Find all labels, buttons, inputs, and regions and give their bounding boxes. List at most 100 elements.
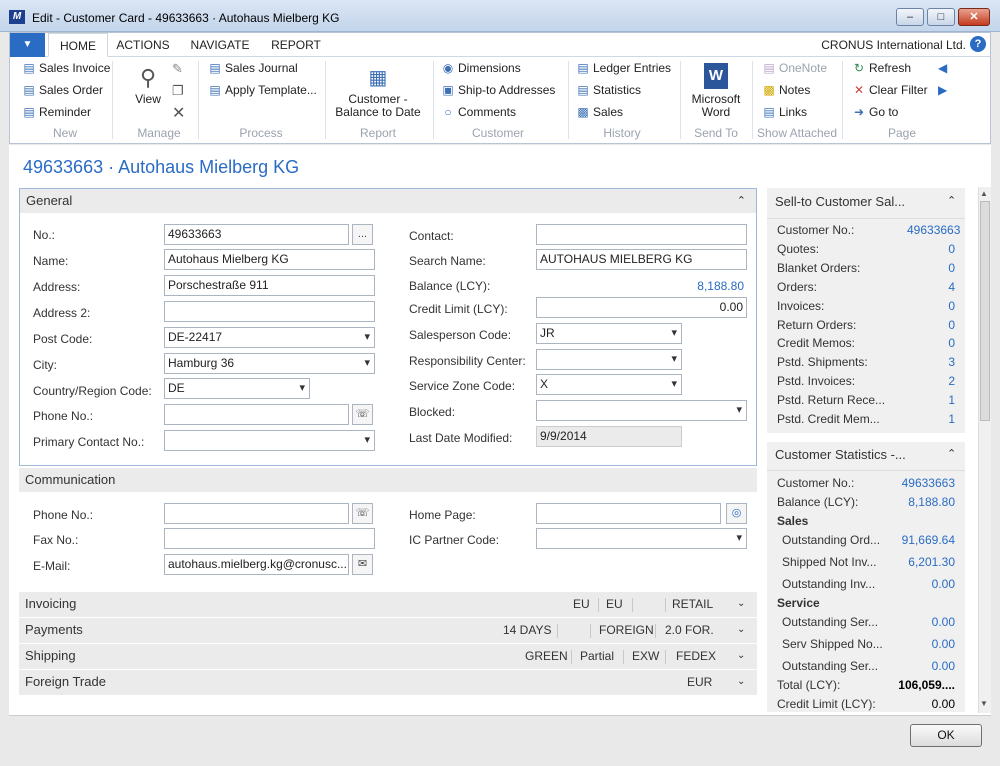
view-button[interactable]: ⚲ View — [128, 63, 168, 106]
stats-sales-row-1-value[interactable]: 91,669.64 — [887, 533, 955, 547]
scroll-up-icon[interactable]: ▲ — [980, 189, 988, 198]
scroll-thumb[interactable] — [980, 201, 990, 421]
minimize-button[interactable]: – — [896, 8, 924, 26]
expand-icon[interactable]: ⌄ — [737, 618, 745, 642]
responsibility-center-dropdown[interactable] — [536, 349, 682, 370]
payments-fasttab[interactable]: Payments 14 DAYS FOREIGN 2.0 FOR. ⌄ — [19, 618, 757, 643]
comm-phone-field[interactable] — [164, 503, 349, 524]
sales-invoice-button[interactable]: ▤ Sales Invoice — [22, 61, 110, 75]
country-dropdown[interactable]: DE — [164, 378, 310, 399]
sales-factbox-row-value[interactable]: 0 — [907, 261, 955, 275]
address-field[interactable]: Porschestraße 911 — [164, 275, 375, 296]
tab-actions[interactable]: ACTIONS — [114, 33, 172, 57]
sales-factbox-row-value[interactable]: 0 — [907, 299, 955, 313]
blocked-dropdown[interactable] — [536, 400, 747, 421]
fax-field[interactable] — [164, 528, 375, 549]
globe-icon[interactable]: ◎ — [726, 503, 747, 524]
stats-sales-row-2-value[interactable]: 6,201.30 — [887, 555, 955, 569]
communication-header[interactable]: Communication — [19, 468, 757, 492]
contact-field[interactable] — [536, 224, 747, 245]
sales-journal-button[interactable]: ▤ Sales Journal — [208, 61, 297, 75]
invoicing-fasttab[interactable]: Invoicing EU EU RETAIL ⌄ — [19, 592, 757, 617]
sales-factbox-row-value[interactable]: 49633663 — [907, 223, 960, 237]
sales-factbox-row-value[interactable]: 1 — [907, 412, 955, 426]
stats-sales-row-3-value[interactable]: 0.00 — [887, 577, 955, 591]
phone-dial-icon[interactable]: ☏ — [352, 404, 373, 425]
vertical-scrollbar[interactable]: ▲ ▼ — [978, 187, 991, 713]
balance-to-date-button[interactable]: ▦ Customer - Balance to Date — [330, 63, 426, 119]
dimensions-button[interactable]: ◉ Dimensions — [441, 61, 521, 75]
salesperson-dropdown[interactable]: JR — [536, 323, 682, 344]
sales-factbox-collapse-icon[interactable]: ⌃ — [947, 194, 956, 207]
ok-button[interactable]: OK — [910, 724, 982, 747]
microsoft-word-button[interactable]: W Microsoft Word — [684, 63, 748, 119]
clear-filter-button[interactable]: ✕ Clear Filter — [852, 83, 928, 97]
expand-icon[interactable]: ⌄ — [737, 592, 745, 616]
tab-report[interactable]: REPORT — [268, 33, 324, 57]
sales-factbox-row-value[interactable]: 1 — [907, 393, 955, 407]
sales-factbox-row-value[interactable]: 3 — [907, 355, 955, 369]
ledger-entries-button[interactable]: ▤ Ledger Entries — [576, 61, 671, 75]
stats-service-row-1-value[interactable]: 0.00 — [887, 615, 955, 629]
notes-button[interactable]: ▩ Notes — [762, 83, 810, 97]
stats-service-row-3-value[interactable]: 0.00 — [887, 659, 955, 673]
home-page-field[interactable] — [536, 503, 721, 524]
maximize-button[interactable]: □ — [927, 8, 955, 26]
primary-contact-dropdown[interactable] — [164, 430, 375, 451]
onenote-button[interactable]: ▤ OneNote — [762, 61, 827, 75]
sales-order-button[interactable]: ▤ Sales Order — [22, 83, 103, 97]
search-name-field[interactable]: AUTOHAUS MIELBERG KG — [536, 249, 747, 270]
collapse-icon[interactable]: ⌃ — [737, 189, 746, 213]
refresh-button[interactable]: ↻ Refresh — [852, 61, 911, 75]
scroll-down-icon[interactable]: ▼ — [980, 699, 988, 708]
reminder-button[interactable]: ▤ Reminder — [22, 105, 91, 119]
sales-factbox-row-value[interactable]: 4 — [907, 280, 955, 294]
sales-factbox-row-value[interactable]: 0 — [907, 336, 955, 350]
journal-icon: ▤ — [209, 61, 221, 75]
no-field[interactable]: 49633663 — [164, 224, 349, 245]
name-field[interactable]: Autohaus Mielberg KG — [164, 249, 375, 270]
help-icon[interactable]: ? — [970, 36, 986, 52]
stats-balance-value[interactable]: 8,188.80 — [887, 495, 955, 509]
email-field[interactable]: autohaus.mielberg.kg@cronusc... — [164, 554, 349, 575]
company-name[interactable]: CRONUS International Ltd. — [821, 38, 966, 52]
statistics-button[interactable]: ▤ Statistics — [576, 83, 641, 97]
previous-record-icon[interactable]: ◀ — [938, 61, 947, 75]
tab-navigate[interactable]: NAVIGATE — [188, 33, 252, 57]
ic-partner-dropdown[interactable] — [536, 528, 747, 549]
general-header[interactable]: General ⌃ — [20, 189, 756, 213]
foreign-trade-fasttab[interactable]: Foreign Trade EUR ⌄ — [19, 670, 757, 695]
stats-customer-value[interactable]: 49633663 — [887, 476, 955, 490]
links-button[interactable]: ▤ Links — [762, 105, 807, 119]
service-zone-dropdown[interactable]: X — [536, 374, 682, 395]
edit-icon[interactable]: ✎ — [172, 61, 183, 77]
phone-field[interactable] — [164, 404, 349, 425]
credit-limit-field[interactable]: 0.00 — [536, 297, 747, 318]
stats-service-row-2-value[interactable]: 0.00 — [887, 637, 955, 651]
close-button[interactable]: ✕ — [958, 8, 990, 26]
sales-history-button[interactable]: ▩ Sales — [576, 105, 623, 119]
go-to-button[interactable]: ➜ Go to — [852, 105, 898, 119]
comments-button[interactable]: ○ Comments — [441, 105, 516, 119]
expand-icon[interactable]: ⌄ — [737, 644, 745, 668]
delete-icon[interactable]: ✕ — [172, 103, 185, 123]
city-dropdown[interactable]: Hamburg 36 — [164, 353, 375, 374]
sales-factbox-row-value[interactable]: 0 — [907, 242, 955, 256]
apply-template-button[interactable]: ▤ Apply Template... — [208, 83, 317, 97]
ship-to-button[interactable]: ▣ Ship-to Addresses — [441, 83, 555, 97]
application-menu-button[interactable]: ▼ — [10, 33, 45, 57]
sales-factbox-row-value[interactable]: 2 — [907, 374, 955, 388]
new-icon[interactable]: ❐ — [172, 83, 184, 99]
address2-field[interactable] — [164, 301, 375, 322]
send-email-icon[interactable]: ✉ — [352, 554, 373, 575]
no-lookup-button[interactable]: ... — [352, 224, 373, 245]
tab-home[interactable]: HOME — [48, 33, 108, 57]
sales-factbox-row-value[interactable]: 0 — [907, 318, 955, 332]
balance-value[interactable]: 8,188.80 — [650, 279, 744, 293]
postcode-dropdown[interactable]: DE-22417 — [164, 327, 375, 348]
comm-phone-dial-icon[interactable]: ☏ — [352, 503, 373, 524]
next-record-icon[interactable]: ▶ — [938, 83, 947, 97]
expand-icon[interactable]: ⌄ — [737, 670, 745, 694]
shipping-fasttab[interactable]: Shipping GREEN Partial EXW FEDEX ⌄ — [19, 644, 757, 669]
statistics-factbox-collapse-icon[interactable]: ⌃ — [947, 447, 956, 460]
